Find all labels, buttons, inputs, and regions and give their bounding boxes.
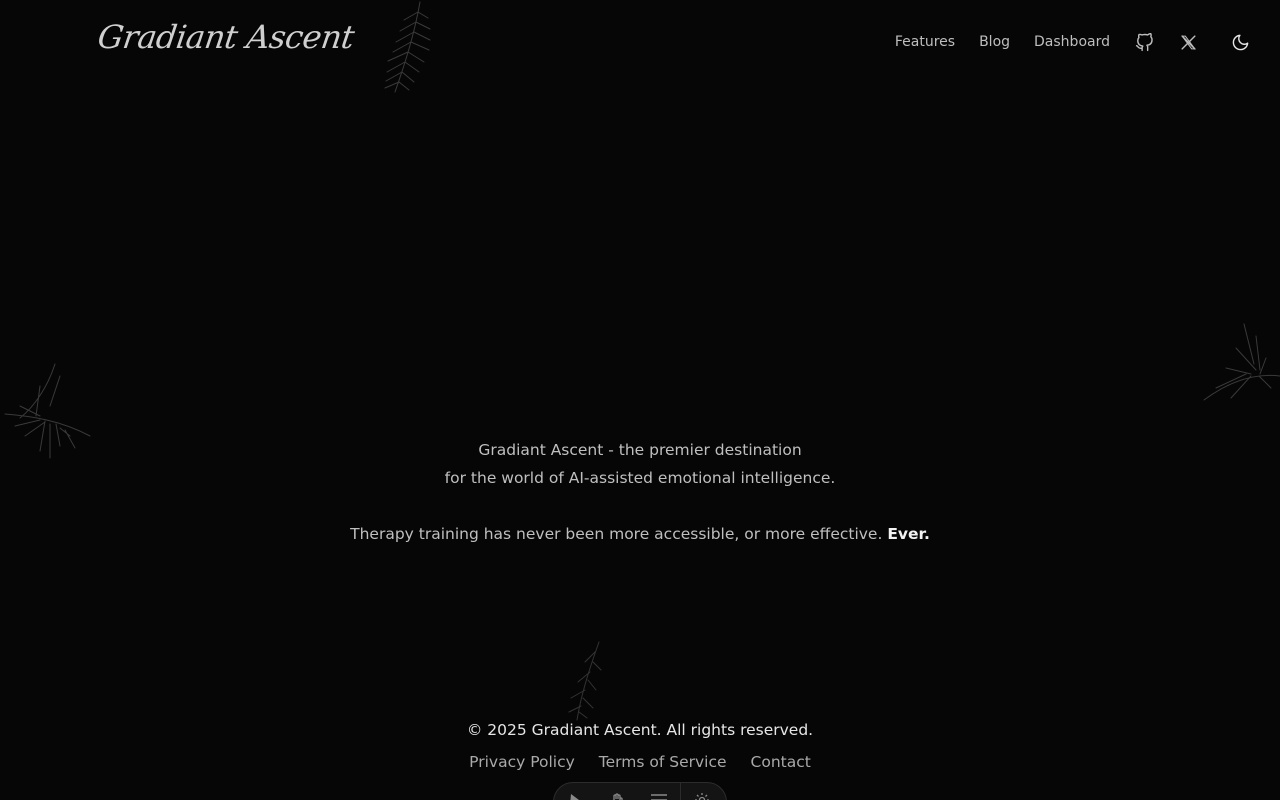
nav-link-blog[interactable]: Blog	[979, 30, 1010, 54]
page: Gradiant Ascent Features Blog Dashboard …	[0, 0, 1280, 800]
moon-icon[interactable]	[1230, 32, 1250, 52]
hero-emphasis: Ever.	[887, 525, 930, 543]
pointer-icon[interactable]	[554, 783, 596, 800]
copyright-text: © 2025 Gradiant Ascent. All rights reser…	[466, 721, 814, 739]
hero-line-2: for the world of AI-assisted emotional i…	[444, 469, 836, 487]
floating-toolbar	[553, 782, 727, 800]
hero-tagline: Therapy training has never been more acc…	[350, 525, 883, 543]
hand-icon[interactable]	[596, 783, 638, 800]
x-twitter-icon[interactable]	[1178, 32, 1198, 52]
nav-link-features[interactable]: Features	[895, 30, 955, 54]
menu-icon[interactable]	[638, 783, 680, 800]
contact-link[interactable]: Contact	[751, 753, 811, 771]
hero-line-3: Therapy training has never been more acc…	[0, 520, 1280, 548]
branch-decoration-bottom	[568, 641, 602, 721]
settings-icon[interactable]	[681, 783, 723, 800]
branch-decoration-right	[1203, 323, 1280, 401]
hero-line-1: Gradiant Ascent - the premier destinatio…	[478, 441, 802, 459]
privacy-policy-link[interactable]: Privacy Policy	[469, 753, 575, 771]
footer-links: Privacy Policy Terms of Service Contact	[0, 753, 1280, 771]
github-icon[interactable]	[1134, 32, 1154, 52]
terms-of-service-link[interactable]: Terms of Service	[599, 753, 727, 771]
branch-decoration-top	[384, 1, 431, 93]
main-nav: Features Blog Dashboard	[895, 30, 1250, 54]
nav-link-dashboard[interactable]: Dashboard	[1034, 30, 1110, 54]
hero-text: Gradiant Ascent - the premier destinatio…	[0, 436, 1280, 548]
brand-logo[interactable]: Gradiant Ascent	[95, 18, 356, 56]
